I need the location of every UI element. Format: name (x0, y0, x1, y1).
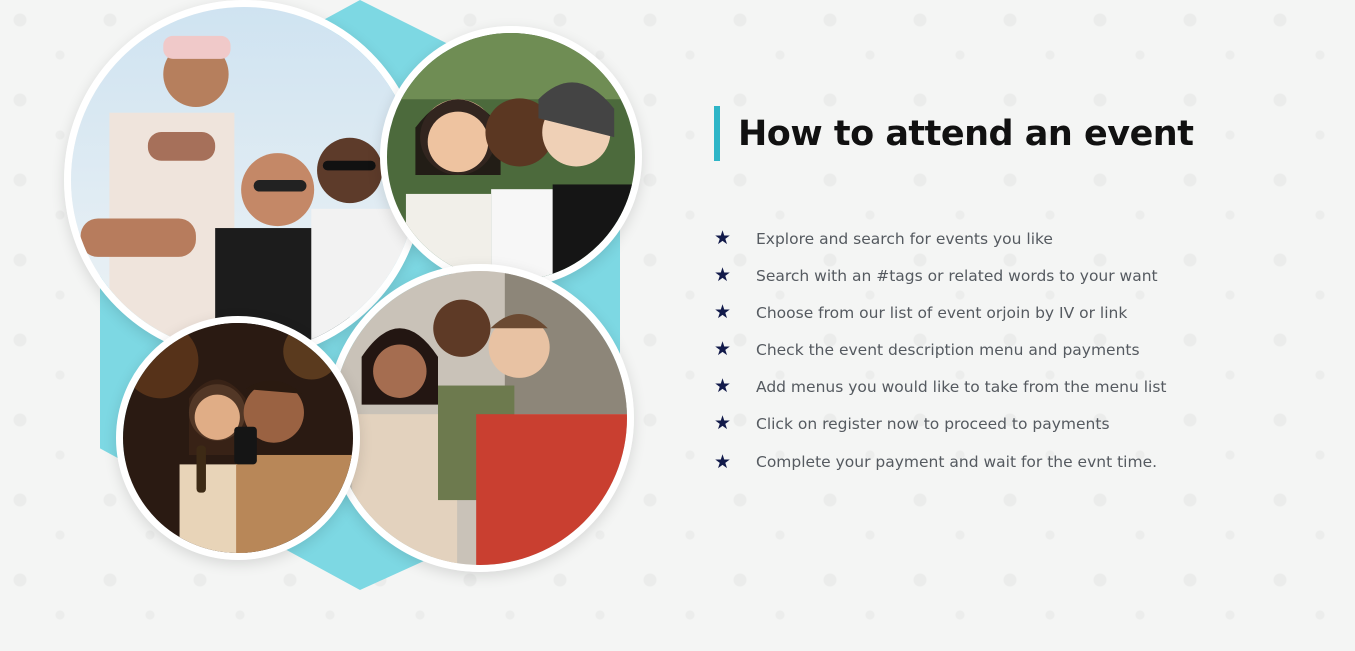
photo-night-selfie (116, 316, 360, 560)
star-icon: ★ (714, 376, 732, 397)
photo-group-selfie (64, 0, 424, 360)
step-text: Explore and search for events you like (756, 229, 1053, 248)
photo-collage (0, 0, 660, 651)
steps-list: ★ Explore and search for events you like… (714, 220, 1166, 482)
star-icon: ★ (714, 451, 732, 473)
list-item: ★ Complete your payment and wait for the… (714, 442, 1166, 482)
star-icon: ★ (714, 413, 732, 434)
star-icon: ★ (714, 302, 732, 323)
list-item: ★ Choose from our list of event orjoin b… (714, 294, 1166, 331)
step-text: Search with an #tags or related words to… (756, 266, 1158, 285)
title-accent-bar (714, 106, 720, 161)
step-text: Complete your payment and wait for the e… (756, 453, 1158, 471)
step-text: Add menus you would like to take from th… (756, 377, 1167, 396)
photo-three-women (380, 26, 642, 288)
list-item: ★ Click on register now to proceed to pa… (714, 405, 1166, 442)
how-to-section: How to attend an event ★ Explore and sea… (714, 106, 1314, 472)
star-icon: ★ (714, 265, 732, 286)
list-item: ★ Search with an #tags or related words … (714, 257, 1166, 294)
step-text: Check the event description menu and pay… (756, 340, 1140, 359)
step-text: Choose from our list of event orjoin by … (756, 303, 1128, 322)
list-item: ★ Check the event description menu and p… (714, 331, 1166, 368)
star-icon: ★ (714, 228, 732, 249)
star-icon: ★ (714, 339, 732, 360)
list-item: ★ Add menus you would like to take from … (714, 368, 1166, 405)
section-title: How to attend an event (738, 113, 1194, 154)
list-item: ★ Explore and search for events you like (714, 220, 1166, 257)
photo-friends-group (326, 264, 634, 572)
section-header: How to attend an event (714, 106, 1314, 161)
step-text: Click on register now to proceed to paym… (756, 414, 1110, 433)
